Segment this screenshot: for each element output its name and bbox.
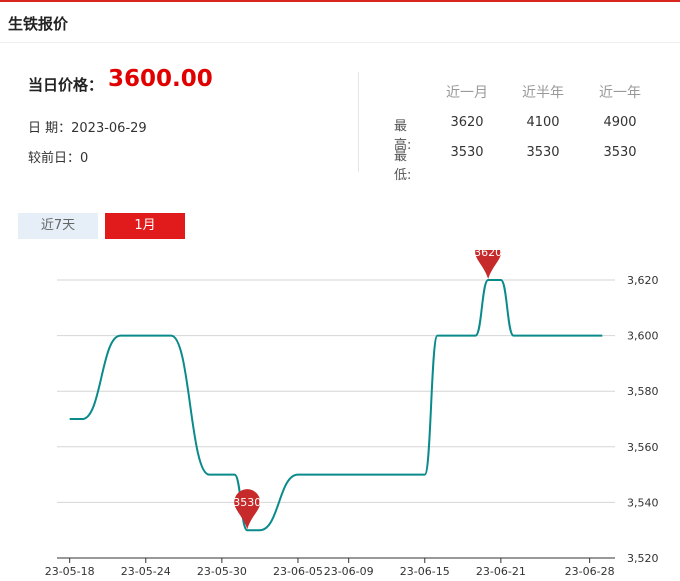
price-label: 当日价格： [28, 76, 104, 94]
top-accent-line [0, 0, 680, 2]
x-tick-label: 23-05-24 [121, 565, 171, 578]
price-line-chart: 3,520 3,540 3,560 3,580 3,600 3,620 23-05-18 23… [45, 250, 659, 578]
price-value: 3600.00 [108, 66, 213, 92]
stats-header-month: 近一月 [446, 85, 488, 101]
tab-7-days[interactable]: 近7天 [18, 213, 98, 239]
date-row: 日 期：2023-06-29 [28, 117, 147, 136]
panel-title: 生铁报价 [8, 15, 69, 33]
marker-label: 3530 [233, 496, 261, 509]
date-value: 2023-06-29 [71, 121, 147, 136]
stats-low-year: 3530 [603, 145, 637, 160]
summary-divider [358, 72, 359, 172]
x-tick-label: 23-06-28 [565, 565, 615, 578]
extreme-marker: 3620 [474, 250, 502, 279]
x-tick-label: 23-05-18 [45, 565, 95, 578]
stats-high-month: 3620 [450, 115, 484, 130]
stats-row-low-label: 最低: [394, 149, 412, 183]
change-value: 0 [80, 151, 89, 166]
stats-header-year: 近一年 [599, 85, 641, 101]
y-tick-label: 3,580 [627, 385, 659, 398]
stats-header-halfyear: 近半年 [522, 85, 564, 101]
x-tick-label: 23-06-05 [273, 565, 323, 578]
stats-high-year: 4900 [603, 115, 637, 130]
y-tick-label: 3,560 [627, 441, 659, 454]
price-series-line [69, 279, 603, 532]
change-row: 较前日：0 [28, 147, 88, 166]
y-tick-label: 3,540 [627, 496, 659, 509]
change-label: 较前日： [28, 151, 81, 166]
extreme-marker: 3530 [233, 489, 261, 530]
date-label: 日 期： [28, 121, 72, 136]
x-tick-label: 23-05-30 [197, 565, 247, 578]
panel-divider [0, 42, 680, 43]
marker-label: 3620 [474, 250, 502, 259]
x-tick-label: 23-06-15 [400, 565, 450, 578]
y-tick-label: 3,600 [627, 330, 659, 343]
x-tick-label: 23-06-09 [324, 565, 374, 578]
tab-1-month[interactable]: 1月 [105, 213, 185, 239]
y-tick-label: 3,620 [627, 274, 659, 287]
stats-low-month: 3530 [450, 145, 484, 160]
stats-low-halfyear: 3530 [526, 145, 560, 160]
x-tick-label: 23-06-21 [476, 565, 526, 578]
stats-high-halfyear: 4100 [526, 115, 560, 130]
y-tick-label: 3,520 [627, 552, 659, 565]
